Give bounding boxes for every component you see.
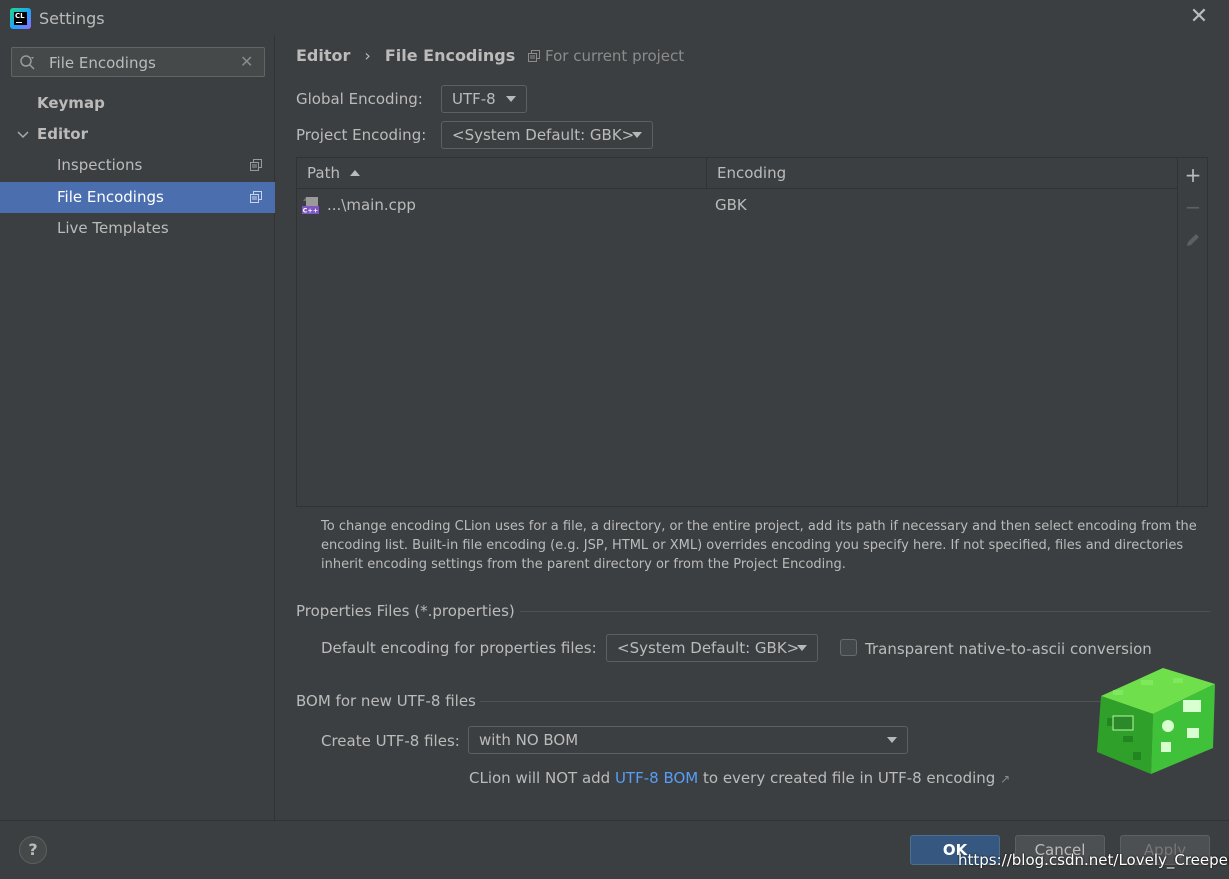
create-utf8-label: Create UTF-8 files:: [321, 732, 460, 750]
sidebar-item-label: Inspections: [57, 156, 143, 174]
window-title: Settings: [39, 9, 105, 28]
file-encoding-table: Path Encoding C++ ...\main.cpp GBK + −: [296, 157, 1208, 507]
dropdown-arrow-icon: [887, 737, 897, 743]
bom-note: CLion will NOT add UTF-8 BOM to every cr…: [469, 769, 1011, 787]
project-encoding-value: <System Default: GBK>: [452, 126, 635, 144]
clion-app-icon: CL: [10, 8, 31, 29]
properties-default-label: Default encoding for properties files:: [321, 639, 597, 657]
close-icon[interactable]: ✕: [1188, 6, 1210, 28]
global-encoding-select[interactable]: UTF-8: [441, 85, 527, 113]
search-icon: [20, 55, 35, 70]
row-path: ...\main.cpp: [327, 196, 416, 214]
settings-sidebar: ✕ Keymap Editor Inspections File Encodin…: [0, 36, 275, 820]
scope-indicator: For current project: [528, 47, 684, 65]
dropdown-arrow-icon: [506, 96, 516, 102]
project-encoding-label: Project Encoding:: [296, 126, 427, 144]
project-scope-icon: [528, 50, 540, 62]
table-row[interactable]: C++ ...\main.cpp GBK: [297, 190, 1177, 220]
sidebar-item-editor[interactable]: Editor: [0, 119, 275, 150]
sort-ascending-icon: [349, 170, 360, 176]
properties-section-title: Properties Files (*.properties): [296, 602, 515, 620]
settings-search-box[interactable]: ✕: [11, 47, 265, 77]
sidebar-item-keymap[interactable]: Keymap: [0, 88, 275, 119]
chevron-down-icon[interactable]: [17, 130, 29, 140]
sidebar-item-live-templates[interactable]: Live Templates: [0, 213, 275, 244]
settings-content: Editor › File Encodings For current projec…: [276, 36, 1229, 820]
clear-search-icon[interactable]: ✕: [240, 52, 253, 71]
project-scope-icon: [250, 191, 262, 203]
sidebar-item-label: Editor: [37, 125, 88, 143]
bom-section-title: BOM for new UTF-8 files: [296, 692, 476, 710]
edit-pencil-icon[interactable]: [1184, 231, 1202, 249]
help-button[interactable]: ?: [19, 836, 47, 864]
project-scope-icon: [250, 159, 262, 171]
scope-label: For current project: [545, 47, 685, 65]
dialog-footer: ? OK Cancel Apply https://blog.csdn.net/…: [0, 820, 1229, 879]
global-encoding-value: UTF-8: [452, 90, 496, 108]
create-utf8-value: with NO BOM: [479, 731, 579, 749]
sidebar-item-label: Live Templates: [57, 219, 169, 237]
column-header-encoding[interactable]: Encoding: [707, 158, 1177, 189]
sidebar-item-label: File Encodings: [57, 188, 164, 206]
row-encoding[interactable]: GBK: [715, 190, 747, 220]
utf8-bom-link[interactable]: UTF-8 BOM: [615, 769, 698, 787]
project-encoding-select[interactable]: <System Default: GBK>: [441, 121, 653, 149]
column-header-path[interactable]: Path: [297, 158, 706, 189]
create-utf8-select[interactable]: with NO BOM: [468, 726, 908, 754]
transparent-conversion-checkbox[interactable]: [840, 639, 857, 656]
title-bar: CL Settings ✕: [0, 0, 1229, 36]
dropdown-arrow-icon: [797, 645, 807, 651]
breadcrumb-file-encodings: File Encodings: [384, 46, 516, 65]
sidebar-item-file-encodings[interactable]: File Encodings: [0, 182, 275, 213]
watermark-text: https://blog.csdn.net/Lovely_Creeper: [958, 851, 1229, 869]
remove-icon[interactable]: −: [1184, 197, 1202, 217]
encoding-help-text: To change encoding CLion uses for a file…: [321, 519, 1197, 572]
properties-encoding-value: <System Default: GBK>: [617, 639, 800, 657]
svg-text:C++: C++: [303, 207, 319, 215]
green-cube-logo: [1097, 668, 1215, 774]
sidebar-item-label: Keymap: [37, 94, 105, 112]
external-link-icon: ↗: [1000, 772, 1011, 786]
global-encoding-label: Global Encoding:: [296, 90, 423, 108]
cpp-file-icon: C++: [302, 197, 319, 215]
add-icon[interactable]: +: [1184, 165, 1202, 185]
breadcrumb-separator: ›: [364, 46, 371, 65]
breadcrumb: Editor › File Encodings: [296, 46, 515, 66]
table-toolbar: + −: [1177, 158, 1207, 506]
properties-encoding-select[interactable]: <System Default: GBK>: [606, 634, 818, 662]
section-divider: [520, 611, 1210, 612]
dropdown-arrow-icon: [632, 132, 642, 138]
search-input[interactable]: [49, 53, 234, 73]
sidebar-item-inspections[interactable]: Inspections: [0, 150, 275, 181]
breadcrumb-editor[interactable]: Editor: [296, 46, 350, 65]
table-header: Path Encoding: [297, 158, 1177, 189]
